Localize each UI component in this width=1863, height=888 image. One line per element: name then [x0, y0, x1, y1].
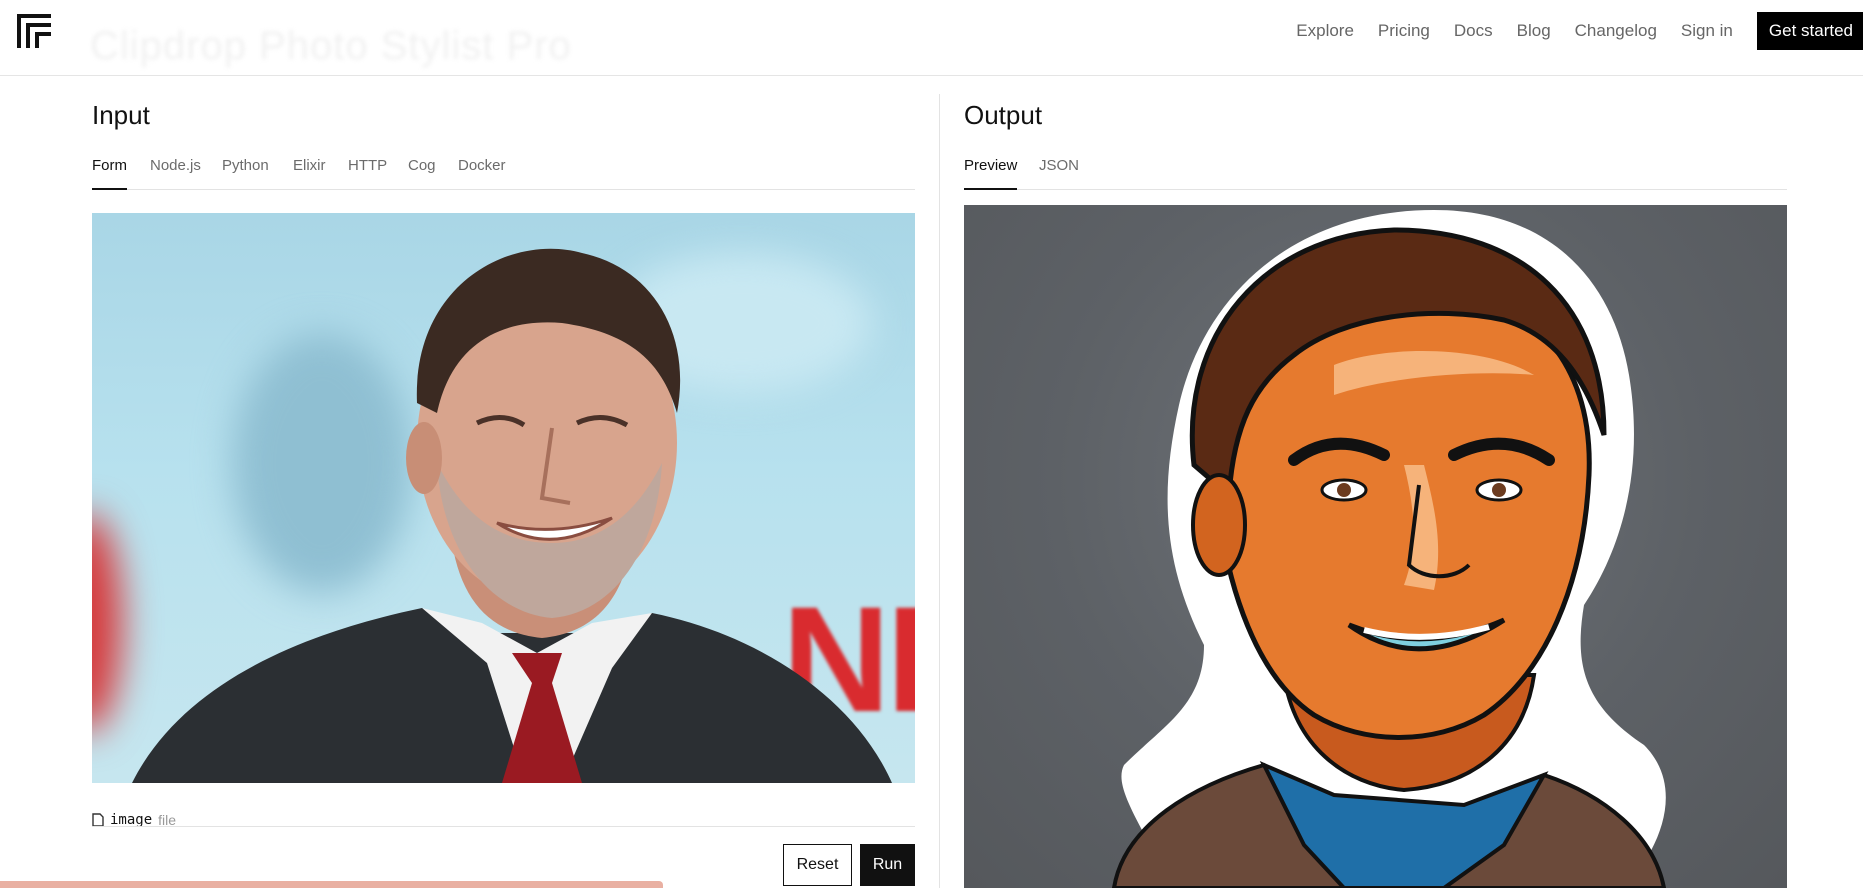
- column-divider: [939, 94, 940, 888]
- nav-blog-link[interactable]: Blog: [1517, 21, 1551, 41]
- tab-nodejs[interactable]: Node.js: [150, 154, 201, 190]
- faded-model-title: Clipdrop Photo Stylist Pro: [90, 24, 572, 68]
- run-button[interactable]: Run: [860, 844, 915, 886]
- tab-http[interactable]: HTTP: [348, 154, 387, 190]
- output-image-preview[interactable]: [964, 205, 1787, 888]
- replicate-logo-icon[interactable]: [17, 14, 51, 48]
- main-nav: Explore Pricing Docs Blog Changelog Sign…: [1296, 12, 1863, 50]
- top-navigation-bar: Clipdrop Photo Stylist Pro Explore Prici…: [0, 0, 1863, 76]
- file-icon: [92, 813, 104, 827]
- tab-docker[interactable]: Docker: [458, 154, 506, 190]
- field-divider: [92, 826, 915, 827]
- output-tabs: Preview JSON: [964, 154, 1787, 190]
- tab-json[interactable]: JSON: [1039, 154, 1079, 190]
- tab-python[interactable]: Python: [222, 154, 269, 190]
- nav-changelog-link[interactable]: Changelog: [1575, 21, 1657, 41]
- reset-button[interactable]: Reset: [783, 844, 852, 886]
- output-sticker-illustration: [1111, 210, 1667, 888]
- input-section-title: Input: [92, 100, 150, 130]
- nav-pricing-link[interactable]: Pricing: [1378, 21, 1430, 41]
- tab-preview[interactable]: Preview: [964, 154, 1018, 190]
- input-tabs: Form Node.js Python Elixir HTTP Cog Dock…: [92, 154, 915, 190]
- input-image-preview[interactable]: NETFL: [92, 213, 915, 783]
- nav-docs-link[interactable]: Docs: [1454, 21, 1493, 41]
- get-started-button[interactable]: Get started: [1756, 12, 1863, 50]
- nav-sign-in-link[interactable]: Sign in: [1681, 21, 1733, 41]
- tab-form[interactable]: Form: [92, 154, 127, 190]
- notification-toast[interactable]: [0, 881, 663, 888]
- nav-explore-link[interactable]: Explore: [1296, 21, 1354, 41]
- output-section-title: Output: [964, 100, 1043, 130]
- input-portrait-illustration: [132, 248, 892, 783]
- tab-cog[interactable]: Cog: [408, 154, 436, 190]
- tab-elixir[interactable]: Elixir: [293, 154, 326, 190]
